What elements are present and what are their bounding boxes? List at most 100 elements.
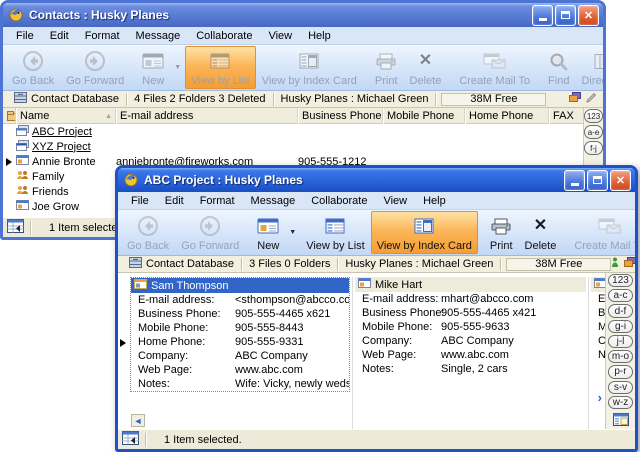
index-tab-m-o[interactable]: m-o: [608, 350, 633, 363]
menu-file[interactable]: File: [123, 193, 157, 209]
close-button[interactable]: ✕: [578, 5, 599, 26]
contact-card-partial[interactable]: E-mail address: Business Phone: Mobile P…: [591, 277, 605, 362]
index-tab-d-f[interactable]: d-f: [608, 304, 633, 317]
card-divider: [588, 277, 589, 429]
index-tab-f-j[interactable]: f-j: [584, 141, 603, 155]
new-button[interactable]: New: [136, 46, 170, 89]
card-field: Mobile Phone:905-555-9633: [355, 320, 586, 334]
view-mode-icon[interactable]: [122, 431, 139, 448]
contact-card-sam-thompson[interactable]: Sam Thompson E-mail address:<sthompson@a…: [130, 277, 350, 392]
abc-project-window[interactable]: ABC Project : Husky Planes ✕ File Edit F…: [115, 165, 638, 452]
menu-view[interactable]: View: [260, 28, 300, 44]
edit-pencil-icon[interactable]: [586, 92, 597, 106]
column-header-fax[interactable]: FAX: [549, 108, 583, 124]
index-tab-w-z[interactable]: w-z: [608, 396, 633, 409]
menu-help[interactable]: Help: [415, 193, 454, 209]
menu-file[interactable]: File: [8, 28, 42, 44]
menu-edit[interactable]: Edit: [42, 28, 77, 44]
go-back-label: Go Back: [12, 75, 54, 87]
database-label: Contact Database: [31, 93, 119, 105]
card-view-mini-icon[interactable]: [613, 413, 629, 429]
index-tab-s-v[interactable]: s-v: [608, 381, 633, 394]
menu-view[interactable]: View: [375, 193, 415, 209]
view-mode-icon[interactable]: [7, 219, 24, 236]
card-header[interactable]: [591, 277, 605, 292]
go-back-button[interactable]: Go Back: [6, 46, 60, 89]
index-tab-a-c[interactable]: a-c: [608, 289, 633, 302]
scroll-left-button[interactable]: ◄: [131, 414, 145, 427]
directory-icon: [593, 49, 606, 73]
new-dropdown-arrow[interactable]: ▼: [289, 229, 296, 236]
column-header-business-phone[interactable]: Business Phone: [298, 108, 383, 124]
cascade-windows-icon[interactable]: [569, 92, 581, 106]
card-field: Mobile Phone:: [591, 320, 605, 334]
delete-button[interactable]: ✕ Delete: [404, 46, 448, 89]
menu-help[interactable]: Help: [300, 28, 339, 44]
maximize-button[interactable]: [555, 5, 576, 26]
delete-button[interactable]: ✕ Delete: [519, 211, 563, 254]
column-header-mobile-phone[interactable]: Mobile Phone: [383, 108, 465, 124]
index-tab-j-l[interactable]: j-l: [608, 335, 633, 348]
minimize-button[interactable]: [532, 5, 553, 26]
view-by-list-label: View by List: [191, 75, 250, 87]
close-button[interactable]: ✕: [610, 170, 631, 191]
new-button[interactable]: New: [251, 211, 285, 254]
menu-collaborate[interactable]: Collaborate: [303, 193, 375, 209]
card-header[interactable]: Mike Hart: [355, 277, 586, 292]
menu-message[interactable]: Message: [128, 28, 189, 44]
view-by-index-card-button[interactable]: View by Index Card: [371, 211, 478, 254]
index-tab-a-e[interactable]: a-e: [584, 125, 603, 139]
column-header-email[interactable]: E-mail address: [116, 108, 298, 124]
find-button[interactable]: Find: [542, 46, 575, 89]
index-tab-strip: 123 a-c d-f g-i j-l m-o p-r s-v w-z: [605, 273, 635, 429]
new-label: New: [142, 75, 164, 87]
column-header-row: Name▲ E-mail address Business Phone Mobi…: [3, 108, 583, 124]
row-xyz-project[interactable]: XYZ Project: [3, 139, 583, 154]
card-field: Business Phone:905-555-4465 x621: [131, 307, 349, 321]
find-label: Find: [548, 75, 569, 87]
info-bar: Contact Database 3 Files 0 Folders Husky…: [118, 256, 635, 273]
column-header-home-phone[interactable]: Home Phone: [465, 108, 549, 124]
view-by-list-button[interactable]: View by List: [185, 46, 256, 89]
menu-edit[interactable]: Edit: [157, 193, 192, 209]
menu-collaborate[interactable]: Collaborate: [188, 28, 260, 44]
go-back-label: Go Back: [127, 240, 169, 252]
cascade-windows-icon[interactable]: [624, 257, 636, 271]
delete-icon: ✕: [534, 214, 547, 238]
menu-message[interactable]: Message: [243, 193, 304, 209]
create-mail-to-button[interactable]: Create Mail To: [568, 211, 638, 254]
go-back-button[interactable]: Go Back: [121, 211, 175, 254]
scroll-right-button[interactable]: ›: [598, 390, 602, 405]
print-button[interactable]: Print: [484, 211, 519, 254]
delete-label: Delete: [525, 240, 557, 252]
card-field: Web Page:www.abc.com: [355, 348, 586, 362]
view-by-list-button[interactable]: View by List: [300, 211, 371, 254]
title-bar[interactable]: ABC Project : Husky Planes ✕: [118, 168, 635, 192]
title-bar[interactable]: Contacts : Husky Planes ✕: [3, 3, 603, 27]
menu-format[interactable]: Format: [192, 193, 243, 209]
print-label: Print: [490, 240, 513, 252]
card-name: Sam Thompson: [151, 280, 228, 292]
app-icon: [8, 6, 24, 25]
column-header-name[interactable]: Name▲: [16, 108, 116, 124]
go-forward-button[interactable]: Go Forward: [60, 46, 130, 89]
view-by-index-card-button[interactable]: View by Index Card: [256, 46, 363, 89]
index-tab-g-i[interactable]: g-i: [608, 320, 633, 333]
create-mail-to-button[interactable]: Create Mail To: [453, 46, 536, 89]
index-tab-123[interactable]: 123: [584, 109, 603, 123]
go-forward-button[interactable]: Go Forward: [175, 211, 245, 254]
index-tab-123[interactable]: 123: [608, 274, 633, 287]
maximize-button[interactable]: [587, 170, 608, 191]
print-button[interactable]: Print: [369, 46, 404, 89]
index-tab-p-r[interactable]: p-r: [608, 365, 633, 378]
row-abc-project[interactable]: ABC Project: [3, 124, 583, 139]
directory-label: Directory: [581, 75, 606, 87]
new-dropdown-arrow[interactable]: ▼: [174, 64, 181, 71]
contact-card-mike-hart[interactable]: Mike Hart E-mail address:mhart@abcco.com…: [355, 277, 586, 376]
directory-button[interactable]: Directory: [575, 46, 606, 89]
minimize-button[interactable]: [564, 170, 585, 191]
menu-format[interactable]: Format: [77, 28, 128, 44]
card-header[interactable]: Sam Thompson: [131, 278, 349, 293]
print-label: Print: [375, 75, 398, 87]
presence-icon[interactable]: [611, 257, 619, 271]
